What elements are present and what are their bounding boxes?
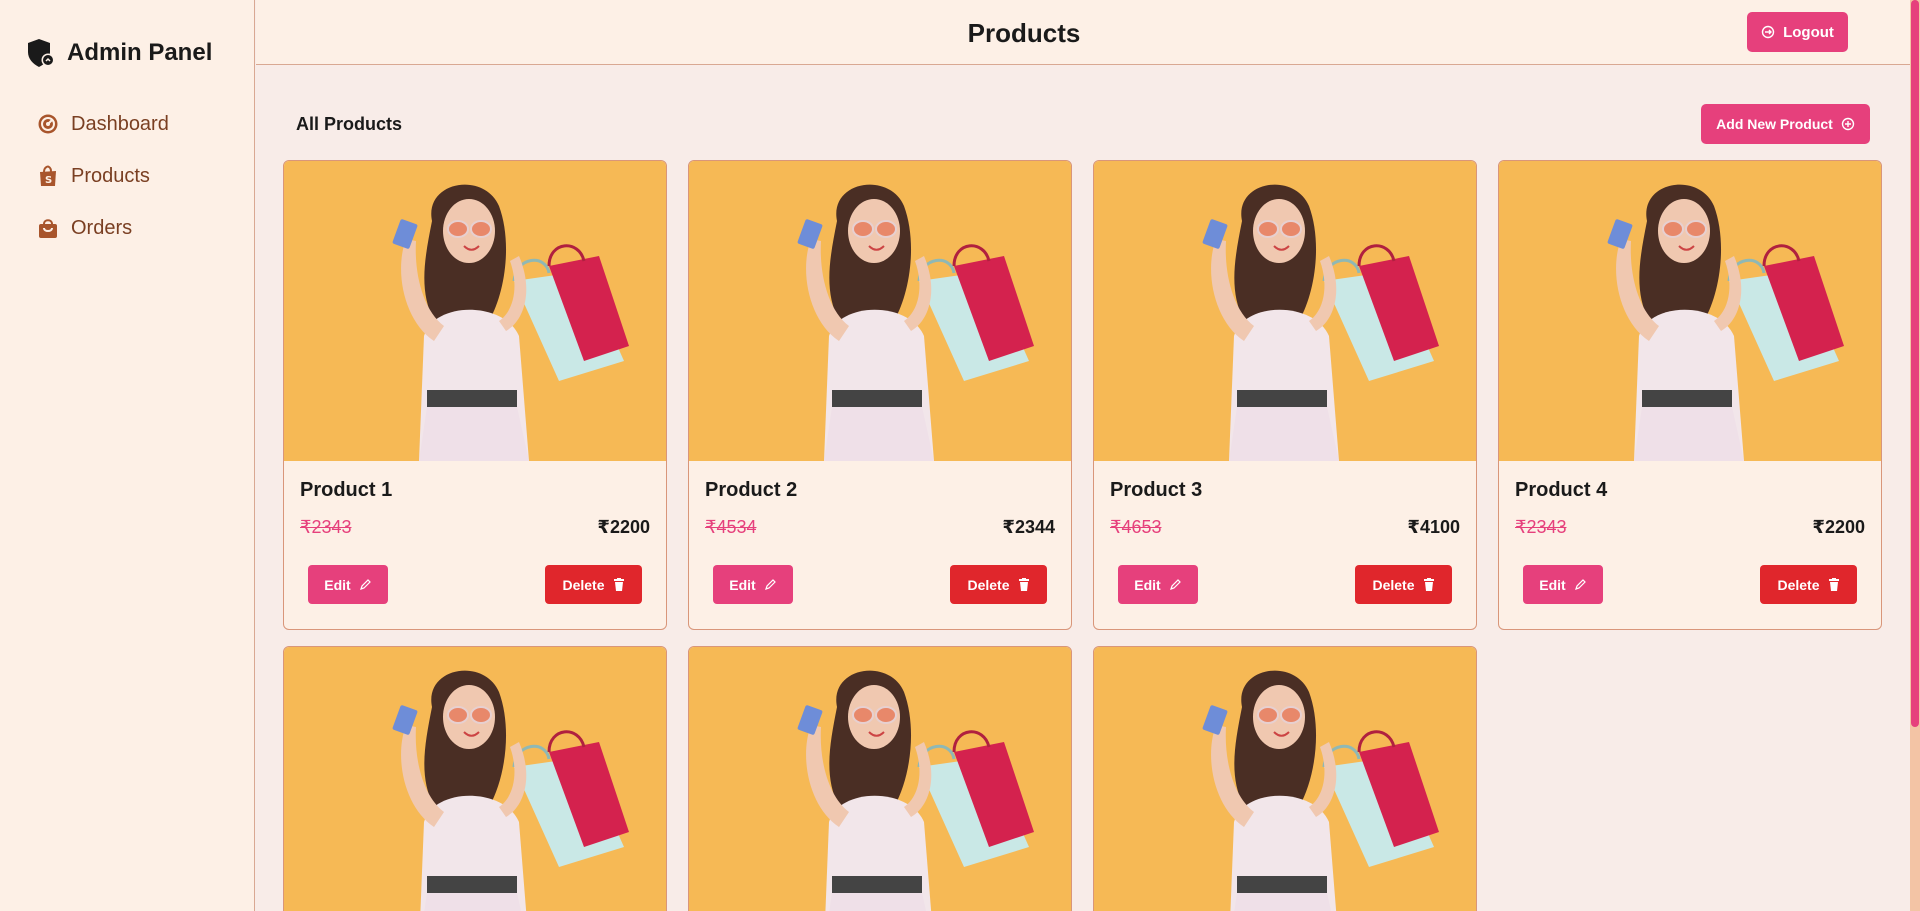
topbar: Products Logout bbox=[256, 0, 1920, 65]
edit-button[interactable]: Edit bbox=[308, 565, 388, 604]
pencil-icon bbox=[1169, 579, 1181, 590]
pencil-icon bbox=[359, 579, 371, 590]
product-old-price: ₹2343 bbox=[300, 517, 352, 537]
edit-label: Edit bbox=[729, 576, 756, 593]
sidebar-nav: Dashboard S Products Orders bbox=[0, 98, 254, 254]
edit-button[interactable]: Edit bbox=[713, 565, 793, 604]
logout-icon bbox=[1761, 25, 1775, 39]
svg-text:S: S bbox=[45, 175, 52, 186]
sidebar-item-orders[interactable]: Orders bbox=[0, 202, 254, 254]
product-image bbox=[1499, 161, 1881, 461]
edit-label: Edit bbox=[324, 576, 351, 593]
bag-icon bbox=[37, 217, 59, 239]
trash-icon bbox=[1828, 578, 1839, 591]
delete-button[interactable]: Delete bbox=[1760, 565, 1857, 604]
gauge-icon bbox=[37, 113, 59, 135]
shield-icon bbox=[28, 39, 55, 67]
sidebar-item-products[interactable]: S Products bbox=[0, 150, 254, 202]
shopping-bag-icon: S bbox=[37, 165, 59, 187]
product-image bbox=[1094, 161, 1476, 461]
edit-label: Edit bbox=[1134, 576, 1161, 593]
product-image bbox=[284, 647, 666, 911]
logout-button[interactable]: Logout bbox=[1747, 12, 1848, 52]
product-image bbox=[1094, 647, 1476, 911]
product-price: ₹2200 bbox=[1812, 517, 1865, 537]
scroll-thumb[interactable] bbox=[1911, 0, 1919, 727]
edit-label: Edit bbox=[1539, 576, 1566, 593]
delete-button[interactable]: Delete bbox=[545, 565, 642, 604]
product-price: ₹2344 bbox=[1002, 517, 1055, 537]
product-name: Product 4 bbox=[1515, 479, 1608, 501]
product-card-body: Product 3 ₹4653 ₹4100 Edit Delete bbox=[1094, 461, 1476, 629]
product-card: Product 4 ₹2343 ₹2200 Edit Delete bbox=[1498, 160, 1882, 630]
sidebar-item-dashboard[interactable]: Dashboard bbox=[0, 98, 254, 150]
product-image bbox=[689, 161, 1071, 461]
product-image bbox=[689, 647, 1071, 911]
edit-button[interactable]: Edit bbox=[1523, 565, 1603, 604]
delete-label: Delete bbox=[1372, 576, 1415, 593]
product-price: ₹4100 bbox=[1407, 517, 1460, 537]
product-old-price: ₹4653 bbox=[1110, 517, 1162, 537]
app-title: Admin Panel bbox=[67, 39, 213, 66]
product-card-body: Product 4 ₹2343 ₹2200 Edit Delete bbox=[1499, 461, 1881, 629]
product-name: Product 1 bbox=[300, 479, 393, 501]
product-card bbox=[1093, 646, 1477, 911]
product-card bbox=[283, 646, 667, 911]
product-card-body: Product 1 ₹2343 ₹2200 Edit Delete bbox=[284, 461, 666, 629]
pencil-icon bbox=[764, 579, 776, 590]
product-image bbox=[284, 161, 666, 461]
page-title: Products bbox=[967, 18, 1081, 48]
product-old-price: ₹2343 bbox=[1515, 517, 1567, 537]
logout-label: Logout bbox=[1783, 23, 1834, 41]
scrollbar[interactable] bbox=[1910, 0, 1920, 911]
add-button-label: Add New Product bbox=[1716, 116, 1833, 132]
trash-icon bbox=[1423, 578, 1434, 591]
brand: Admin Panel bbox=[0, 0, 254, 80]
sidebar-item-label: Orders bbox=[71, 216, 133, 239]
product-old-price: ₹4534 bbox=[705, 517, 757, 537]
product-card bbox=[688, 646, 1072, 911]
edit-button[interactable]: Edit bbox=[1118, 565, 1198, 604]
product-name: Product 3 bbox=[1110, 479, 1203, 501]
delete-button[interactable]: Delete bbox=[950, 565, 1047, 604]
product-price: ₹2200 bbox=[597, 517, 650, 537]
add-new-product-button[interactable]: Add New Product bbox=[1701, 104, 1870, 144]
product-card-body: Product 2 ₹4534 ₹2344 Edit Delete bbox=[689, 461, 1071, 629]
sidebar: Admin Panel Dashboard S Products Orders bbox=[0, 0, 255, 911]
trash-icon bbox=[1018, 578, 1029, 591]
product-name: Product 2 bbox=[705, 479, 798, 501]
section-title: All Products bbox=[296, 114, 403, 134]
product-card: Product 3 ₹4653 ₹4100 Edit Delete bbox=[1093, 160, 1477, 630]
sidebar-item-label: Dashboard bbox=[71, 112, 169, 135]
delete-label: Delete bbox=[1777, 576, 1820, 593]
delete-button[interactable]: Delete bbox=[1355, 565, 1452, 604]
sidebar-item-label: Products bbox=[71, 164, 150, 187]
delete-label: Delete bbox=[562, 576, 605, 593]
product-card: Product 1 ₹2343 ₹2200 Edit Delete bbox=[283, 160, 667, 630]
pencil-icon bbox=[1574, 579, 1586, 590]
delete-label: Delete bbox=[967, 576, 1010, 593]
product-card: Product 2 ₹4534 ₹2344 Edit Delete bbox=[688, 160, 1072, 630]
trash-icon bbox=[613, 578, 624, 591]
plus-circle-icon bbox=[1841, 117, 1855, 131]
